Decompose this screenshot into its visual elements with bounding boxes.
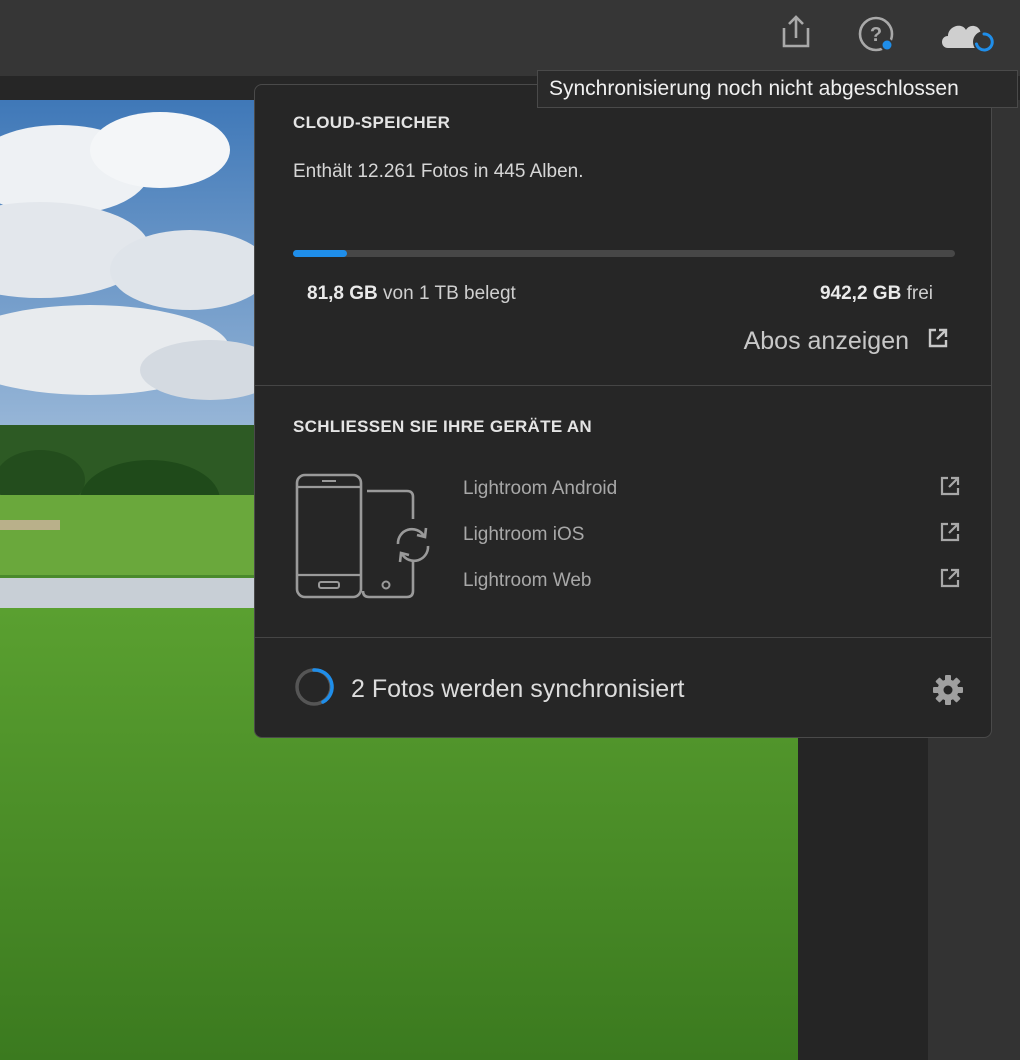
app-link-ios[interactable]: Lightroom iOS bbox=[463, 520, 961, 550]
cloud-storage-popover: CLOUD-SPEICHER Enthält 12.261 Fotos in 4… bbox=[254, 84, 992, 738]
gear-icon[interactable] bbox=[931, 673, 965, 712]
sync-spinner-icon bbox=[293, 666, 335, 713]
divider bbox=[255, 637, 991, 638]
storage-used-label: von 1 TB belegt bbox=[383, 283, 516, 304]
devices-sync-icon bbox=[295, 473, 435, 606]
sync-tooltip: Synchronisierung noch nicht abgeschlosse… bbox=[537, 70, 1018, 108]
share-icon[interactable] bbox=[774, 12, 818, 56]
external-link-icon bbox=[927, 327, 949, 356]
view-plans-label: Abos anzeigen bbox=[743, 326, 909, 355]
sync-status-text: 2 Fotos werden synchronisiert bbox=[351, 674, 685, 703]
storage-free-label: frei bbox=[906, 283, 933, 304]
devices-title: SCHLIESSEN SIE IHRE GERÄTE AN bbox=[293, 417, 593, 436]
cloud-sync-icon[interactable] bbox=[938, 12, 995, 56]
external-link-icon bbox=[939, 521, 961, 549]
storage-used-value: 81,8 GB bbox=[307, 283, 378, 304]
app-link-label: Lightroom Web bbox=[463, 570, 592, 591]
help-icon[interactable]: ? bbox=[854, 12, 898, 56]
external-link-icon bbox=[939, 475, 961, 503]
cloud-storage-title: CLOUD-SPEICHER bbox=[293, 113, 451, 132]
storage-free-value: 942,2 GB bbox=[819, 283, 902, 304]
external-link-icon bbox=[939, 567, 961, 595]
view-plans-link[interactable]: Abos anzeigen bbox=[744, 325, 949, 357]
storage-info: Enthält 12.261 Fotos in 445 Alben. bbox=[293, 161, 584, 182]
sync-status-row: 2 Fotos werden synchronisiert bbox=[293, 667, 965, 712]
app-link-label: Lightroom iOS bbox=[463, 524, 585, 545]
storage-progress-bar bbox=[293, 250, 955, 257]
storage-progress-fill bbox=[293, 250, 348, 257]
storage-used: 81,8 GB von 1 TB belegt bbox=[307, 283, 516, 305]
divider bbox=[255, 385, 991, 386]
storage-free: 942,2 GB frei bbox=[820, 283, 933, 305]
svg-text:?: ? bbox=[870, 24, 882, 46]
app-link-web[interactable]: Lightroom Web bbox=[463, 566, 961, 596]
app-link-android[interactable]: Lightroom Android bbox=[463, 474, 961, 504]
app-link-label: Lightroom Android bbox=[463, 478, 618, 499]
top-toolbar: ? bbox=[0, 0, 1020, 76]
